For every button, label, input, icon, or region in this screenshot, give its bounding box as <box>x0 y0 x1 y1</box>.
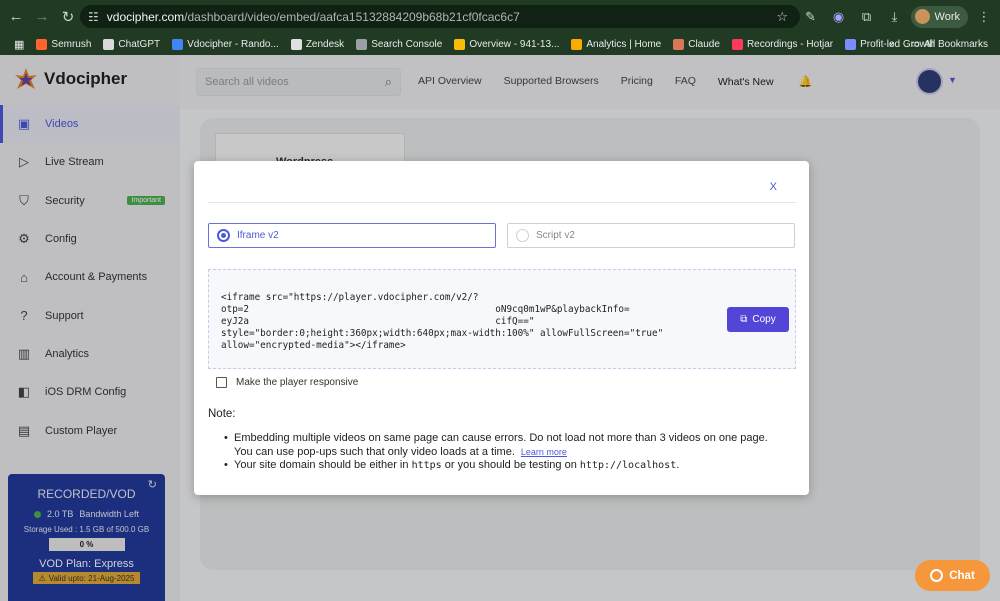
url-path: /dashboard/video/embed/aafca15132884209b… <box>184 9 520 24</box>
copy-icon: ⧉ <box>740 314 748 325</box>
radio-selected-icon <box>217 229 230 242</box>
embed-code-box: <iframe src="https://player.vdocipher.co… <box>208 269 796 369</box>
profile-avatar <box>914 9 930 24</box>
modal-divider <box>208 202 796 203</box>
all-bookmarks[interactable]: ▭ All Bookmarks <box>905 33 994 55</box>
back-icon[interactable]: ← <box>3 4 29 30</box>
site-settings-icon[interactable]: ☷ <box>88 10 99 24</box>
bookmark-item[interactable]: Zendesk <box>285 33 350 55</box>
bookmark-item[interactable]: Recordings - Hotjar <box>726 33 839 55</box>
bookmark-item[interactable]: Analytics | Home <box>565 33 667 55</box>
address-bar[interactable]: ☷ vdocipher.com/dashboard/video/embed/aa… <box>80 5 800 28</box>
download-icon[interactable]: ⤓ <box>883 5 907 29</box>
radio-unselected-icon <box>516 229 529 242</box>
responsive-option: Make the player responsive <box>216 377 358 388</box>
more-menu-icon[interactable]: ⋮ <box>972 5 996 29</box>
puzzle-icon[interactable]: ⧉ <box>855 5 879 29</box>
profile-label: Work <box>934 10 960 23</box>
note-item: Embedding multiple videos on same page c… <box>224 432 789 459</box>
browser-toolbar: ← → ↻ ☷ vdocipher.com/dashboard/video/em… <box>0 0 1000 33</box>
chat-bubble-icon <box>930 569 944 582</box>
profile-chip[interactable]: Work <box>910 5 968 28</box>
bookmarks-overflow-icon[interactable]: » <box>889 39 895 50</box>
forward-icon[interactable]: → <box>29 4 55 30</box>
script-v2-option[interactable]: Script v2 <box>507 223 795 248</box>
url-domain: vdocipher.com <box>106 9 185 24</box>
close-button[interactable]: X <box>770 181 777 193</box>
bookmark-item[interactable]: ChatGPT <box>97 33 166 55</box>
chat-button[interactable]: Chat <box>915 560 990 591</box>
bookmark-item[interactable]: Overview - 941-13... <box>448 33 565 55</box>
bookmark-item[interactable]: Search Console <box>350 33 448 55</box>
iframe-v2-option[interactable]: Iframe v2 <box>208 223 496 248</box>
bookmark-star-icon[interactable]: ☆ <box>776 9 788 25</box>
extension-icon[interactable]: ◉ <box>827 5 851 29</box>
bookmarks-right: » ▭ All Bookmarks <box>889 33 994 55</box>
note-list: Embedding multiple videos on same page c… <box>224 432 789 473</box>
bookmarks-bar: ▦ Semrush ChatGPT Vdocipher - Rando... Z… <box>0 33 1000 55</box>
learn-more-link[interactable]: Learn more <box>521 447 567 457</box>
apps-grid-icon[interactable]: ▦ <box>8 33 30 55</box>
bookmark-item[interactable]: Vdocipher - Rando... <box>166 33 285 55</box>
reload-icon[interactable]: ↻ <box>55 4 81 30</box>
folder-icon: ▭ <box>910 38 921 50</box>
bookmark-item[interactable]: Claude <box>667 33 726 55</box>
note-item: Your site domain should be either in htt… <box>224 459 789 473</box>
embed-modal: X Iframe v2 Script v2 <iframe src="https… <box>194 161 809 495</box>
bookmark-item[interactable]: Semrush <box>30 33 97 55</box>
note-title: Note: <box>208 408 236 420</box>
eyedropper-icon[interactable]: ✎ <box>799 5 823 29</box>
responsive-label: Make the player responsive <box>236 377 359 388</box>
embed-code[interactable]: <iframe src="https://player.vdocipher.co… <box>221 292 711 352</box>
responsive-checkbox[interactable] <box>216 377 227 388</box>
browser-actions: ✎ ◉ ⧉ ⤓ Work ⋮ <box>799 0 1000 33</box>
copy-button[interactable]: ⧉ Copy <box>727 307 789 332</box>
